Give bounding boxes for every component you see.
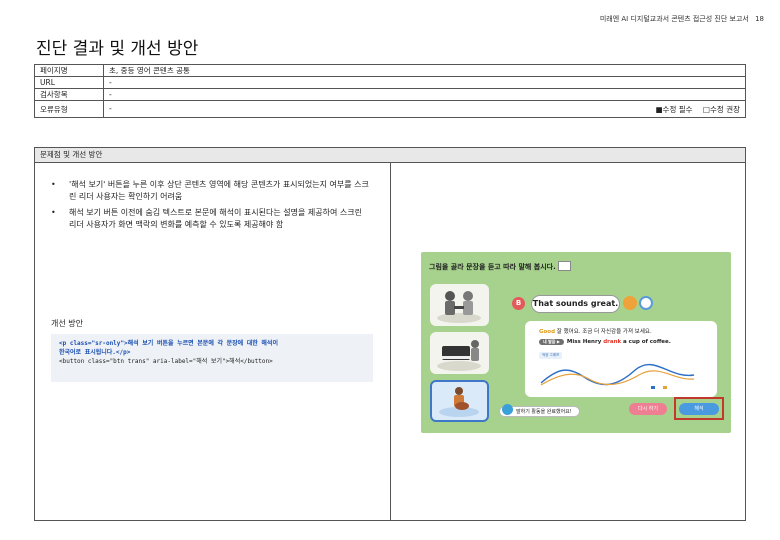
guitar-illustration-icon <box>439 387 479 417</box>
error-type-value: - <box>109 103 112 113</box>
answer-post: a cup of coffee. <box>621 339 671 345</box>
bullet-text: 해석 보기 버튼 이전에 숨김 텍스트로 본문에 해석이 표시된다는 설명을 제… <box>69 208 362 229</box>
info-value: - <box>103 76 746 89</box>
feedback-rest: 잘 했어요. 조금 더 자신감을 가져 보세요. <box>555 329 652 335</box>
improvement-label: 개선 방안 <box>51 319 83 328</box>
code-sample: <p class="sr-only">해석 보기 버튼을 누르면 본문에 각 문… <box>51 334 373 382</box>
translate-button[interactable]: 해석 <box>679 403 719 415</box>
bullet-dot-icon: • <box>51 208 56 217</box>
my-voice-tag[interactable]: 내 발음 ▶ <box>539 339 564 345</box>
picture-option-guitar-selected[interactable] <box>430 380 489 422</box>
code-line: <p class="sr-only">해석 보기 버튼을 누르면 본문에 각 문… <box>59 340 278 347</box>
info-value: - <box>103 88 746 101</box>
feedback-text: Good 잘 했어요. 조금 더 자신감을 가져 보세요. <box>539 327 652 335</box>
info-row-url: URL - <box>34 76 746 89</box>
code-line: <button class="btn trans" aria-label="해석… <box>59 358 273 365</box>
bullet-item: • 해석 보기 버튼 이전에 숨김 텍스트로 본문에 해석이 표시된다는 설명을… <box>51 207 371 231</box>
character-icon <box>502 404 513 415</box>
issue-panel: 문제점 및 개선 방안 • '해석 보기' 버튼을 누른 이후 상단 콘텐츠 영… <box>34 147 746 521</box>
info-key: 페이지명 <box>34 64 104 77</box>
bullet-dot-icon: • <box>51 180 56 189</box>
lesson-screenshot: 그림을 골라 문장을 듣고 따라 말해 봅시다. B That sounds g… <box>421 252 731 433</box>
info-row-error-type: 오류유형 - ■수정 필수 □수정 권장 <box>34 100 746 118</box>
screenshot-column: 그림을 골라 문장을 듣고 따라 말해 봅시다. B That sounds g… <box>391 163 745 520</box>
feedback-card: Good 잘 했어요. 조금 더 자신감을 가져 보세요. 내 발음 ▶ Miss… <box>525 321 717 397</box>
page-number: 18 <box>755 15 764 23</box>
magnifier-icon <box>558 261 571 271</box>
info-key: 검사항목 <box>34 88 104 101</box>
bullet-text: '해석 보기' 버튼을 누른 이후 상단 콘텐츠 영역에 해당 콘텐츠가 표시되… <box>69 180 369 201</box>
answer-pre: Miss Henry <box>566 339 604 345</box>
picture-option-musicians[interactable] <box>430 284 489 326</box>
bullet-item: • '해석 보기' 버튼을 누른 이후 상단 콘텐츠 영역에 해당 콘텐츠가 표… <box>51 179 371 203</box>
issue-description-column: • '해석 보기' 버튼을 누른 이후 상단 콘텐츠 영역에 해당 콘텐츠가 표… <box>35 163 391 520</box>
feedback-good: Good <box>539 329 556 335</box>
document-title: 미래엔 AI 디지털교과서 콘텐츠 접근성 진단 보고서 <box>599 15 749 23</box>
piano-illustration-icon <box>437 340 481 371</box>
document-header: 미래엔 AI 디지털교과서 콘텐츠 접근성 진단 보고서 18 <box>600 14 764 24</box>
info-value: 초, 중등 영어 콘텐츠 공통 <box>103 64 746 77</box>
panel-heading: 문제점 및 개선 방안 <box>35 148 745 163</box>
info-row-check: 검사항목 - <box>34 88 746 101</box>
info-key: 오류유형 <box>34 100 104 118</box>
graph-tag: 억양 그래프 <box>539 352 563 359</box>
sentence-badge: B <box>512 297 525 310</box>
sentence-bubble: That sounds great. <box>531 295 620 313</box>
replay-icon[interactable] <box>639 296 653 310</box>
legend-recommended: □수정 권장 <box>702 104 740 114</box>
picture-option-piano[interactable] <box>430 332 489 374</box>
page-title: 진단 결과 및 개선 방안 <box>36 39 199 59</box>
severity-legend: ■수정 필수 □수정 권장 <box>655 104 740 115</box>
play-audio-icon[interactable] <box>623 296 637 310</box>
answer-highlight: drank <box>603 339 622 345</box>
retry-button[interactable]: 다시 하기 <box>629 403 667 415</box>
answer-line: 내 발음 ▶ Miss Henry drank a cup of coffee. <box>539 339 671 345</box>
legend-required: ■수정 필수 <box>655 104 693 114</box>
musicians-illustration-icon <box>437 291 481 323</box>
intonation-graph <box>540 363 695 389</box>
info-table: 페이지명 초, 중등 영어 콘텐츠 공통 URL - 검사항목 - 오류유형 -… <box>34 64 746 118</box>
completion-text: 말하기 활동을 완료했어요! <box>516 409 572 415</box>
info-row-page: 페이지명 초, 중등 영어 콘텐츠 공통 <box>34 64 746 77</box>
info-key: URL <box>34 76 104 89</box>
info-value: - ■수정 필수 □수정 권장 <box>103 100 746 118</box>
completion-message: 말하기 활동을 완료했어요! <box>499 404 580 417</box>
code-line: 한국어로 표시됩니다.</p> <box>59 349 131 356</box>
lesson-title: 그림을 골라 문장을 듣고 따라 말해 봅시다. <box>429 263 556 271</box>
